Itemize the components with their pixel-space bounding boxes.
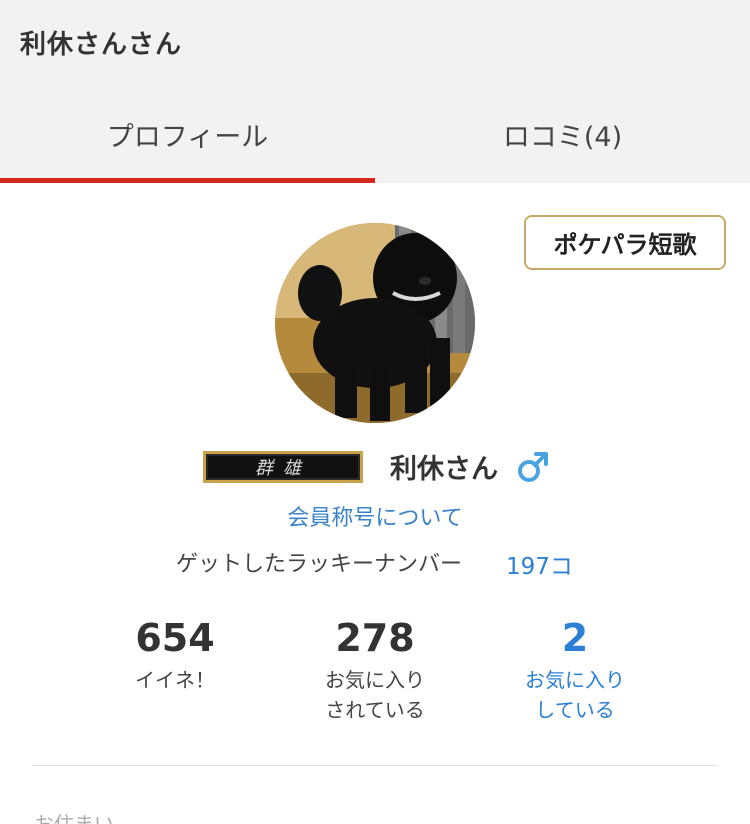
member-title-info-link[interactable]: 会員称号について (0, 500, 750, 532)
section-divider (32, 765, 718, 766)
stat-likes: 654 イイネ！ (75, 615, 275, 695)
pokepara-tanka-button[interactable]: ポケパラ短歌 (524, 215, 726, 270)
stat-favoriting-link[interactable]: 2 お気に入り している (475, 615, 675, 725)
favorited-count: 278 (335, 616, 415, 660)
likes-label: イイネ！ (135, 668, 215, 692)
username: 利休さん (390, 454, 498, 485)
male-icon (518, 452, 548, 482)
avatar[interactable] (275, 223, 475, 423)
favoriting-count[interactable]: 2 (475, 615, 675, 661)
tab-profile[interactable]: プロフィール (0, 90, 375, 178)
dog-photo-image (275, 223, 475, 423)
favorited-label: お気に入り されている (325, 668, 425, 722)
member-title-badge: 群雄 (203, 451, 363, 483)
lucky-number-label: ゲットしたラッキーナンバー (176, 552, 463, 577)
stat-favorited: 278 お気に入り されている (275, 615, 475, 725)
favoriting-label[interactable]: お気に入り している (475, 665, 675, 725)
active-tab-indicator (0, 178, 375, 183)
residence-label: お住まい (34, 812, 114, 824)
page-title: 利休さんさん (20, 30, 183, 60)
lucky-number-count-link[interactable]: 197コ (506, 547, 573, 581)
tab-reviews[interactable]: ロコミ(4) (375, 90, 750, 178)
likes-count: 654 (135, 616, 215, 660)
